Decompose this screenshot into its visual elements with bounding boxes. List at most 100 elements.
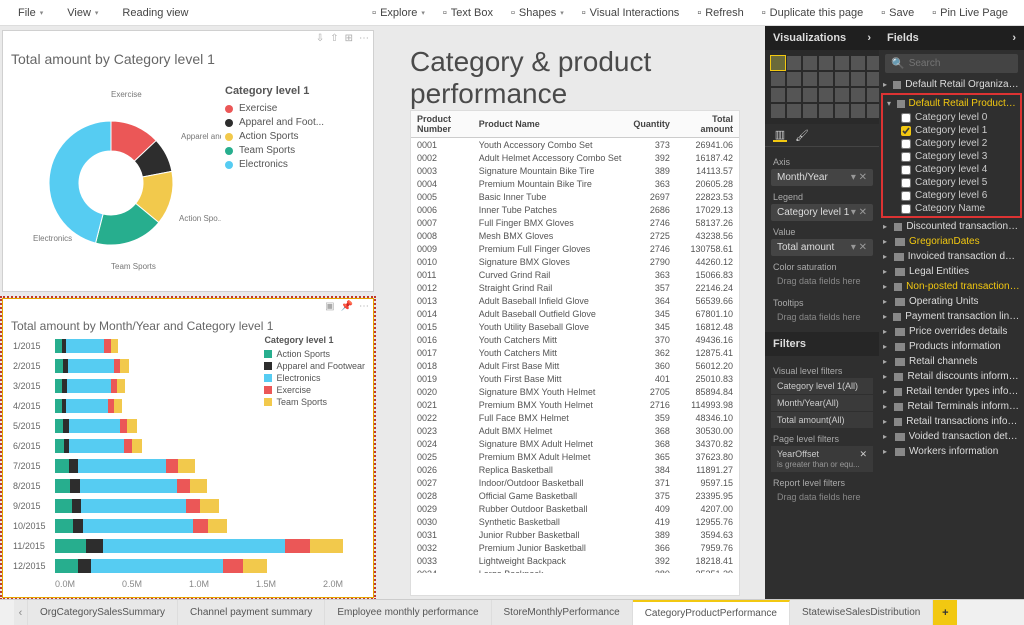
pin-icon[interactable]: 📌 (341, 301, 353, 315)
field-checkbox[interactable] (901, 126, 911, 136)
field-item[interactable]: Category level 0 (883, 111, 1020, 124)
donut-chart-visual[interactable]: ⇩ ⇧ ⊞ ⋯ Total amount by Category level 1… (2, 30, 374, 292)
sheet-tab[interactable]: Employee monthly performance (325, 600, 491, 625)
legend-well[interactable]: Category level 1▾ ✕ (771, 204, 873, 221)
viz-type-12[interactable] (851, 72, 865, 86)
viz-type-26[interactable] (851, 104, 865, 118)
menu-view[interactable]: View ▾ (57, 4, 108, 22)
field-group[interactable]: ▸Workers information (879, 444, 1024, 459)
collapse-icon[interactable]: › (1012, 32, 1016, 44)
table-row[interactable]: 0028Official Game Basketball37523395.95 (411, 489, 739, 502)
field-group[interactable]: ▸Default Retail Organization Hie... (879, 77, 1024, 92)
sheet-tab[interactable]: StoreMonthlyPerformance (492, 600, 633, 625)
expand-icon[interactable]: ⊞ (345, 33, 353, 47)
table-visual[interactable]: Product NumberProduct NameQuantityTotal … (410, 110, 740, 596)
sheet-tab[interactable]: StatewiseSalesDistribution (790, 600, 933, 625)
menu-file[interactable]: File ▾ (8, 4, 53, 22)
field-group[interactable]: ▸Operating Units (879, 294, 1024, 309)
textbox-button[interactable]: ▫Text Box (435, 4, 501, 22)
table-row[interactable]: 0011Curved Grind Rail36315066.83 (411, 268, 739, 281)
viz-type-19[interactable] (851, 88, 865, 102)
field-item[interactable]: Category level 1 (883, 124, 1020, 137)
table-row[interactable]: 0021Premium BMX Youth Helmet2716114993.9… (411, 398, 739, 411)
viz-type-21[interactable] (771, 104, 785, 118)
menu-reading-view[interactable]: Reading view (112, 4, 198, 22)
table-row[interactable]: 0012Straight Grind Rail35722146.24 (411, 281, 739, 294)
field-item[interactable]: Category Name (883, 202, 1020, 215)
table-row[interactable]: 0017Youth Catchers Mitt36212875.41 (411, 346, 739, 359)
table-row[interactable]: 0002Adult Helmet Accessory Combo Set3921… (411, 151, 739, 164)
field-group[interactable]: ▸Voided transaction details (879, 429, 1024, 444)
viz-type-6[interactable] (867, 56, 879, 70)
table-row[interactable]: 0016Youth Catchers Mitt37049436.16 (411, 333, 739, 346)
viz-type-15[interactable] (787, 88, 801, 102)
viz-type-5[interactable] (851, 56, 865, 70)
field-group[interactable]: ▸Price overrides details (879, 324, 1024, 339)
table-row[interactable]: 0006Inner Tube Patches268617029.13 (411, 203, 739, 216)
table-row[interactable]: 0013Adult Baseball Infield Glove36456539… (411, 294, 739, 307)
table-row[interactable]: 0018Adult First Base Mitt36056012.20 (411, 359, 739, 372)
sheet-tab[interactable]: OrgCategorySalesSummary (28, 600, 178, 625)
table-row[interactable]: 0020Signature BMX Youth Helmet270585894.… (411, 385, 739, 398)
visual-filter[interactable]: Month/Year(All) (771, 395, 873, 411)
more-icon[interactable]: ⋯ (359, 301, 369, 315)
viz-type-13[interactable] (867, 72, 879, 86)
viz-type-8[interactable] (787, 72, 801, 86)
sheet-tab[interactable]: Channel payment summary (178, 600, 325, 625)
viz-type-24[interactable] (819, 104, 833, 118)
table-row[interactable]: 0001Youth Accessory Combo Set37326941.06 (411, 138, 739, 152)
field-checkbox[interactable] (901, 165, 911, 175)
legend-item[interactable]: Electronics (225, 159, 324, 170)
field-group[interactable]: ▸Discounted transaction details (879, 219, 1024, 234)
table-row[interactable]: 0034Large Backpack38035351.39 (411, 567, 739, 573)
viz-type-3[interactable] (819, 56, 833, 70)
format-tab-icon[interactable]: 🖌 (795, 128, 809, 142)
viz-type-27[interactable] (867, 104, 879, 118)
table-row[interactable]: 0024Signature BMX Adult Helmet36834370.8… (411, 437, 739, 450)
refresh-button[interactable]: ▫Refresh (689, 4, 751, 22)
table-row[interactable]: 0032Premium Junior Basketball3667959.76 (411, 541, 739, 554)
table-row[interactable]: 0019Youth First Base Mitt40125010.83 (411, 372, 739, 385)
drill-up-icon[interactable]: ⇧ (330, 33, 338, 47)
report-canvas[interactable]: ⇩ ⇧ ⊞ ⋯ Total amount by Category level 1… (0, 26, 765, 599)
table-row[interactable]: 0005Basic Inner Tube269722823.53 (411, 190, 739, 203)
value-well[interactable]: Total amount▾ ✕ (771, 239, 873, 256)
viz-type-10[interactable] (819, 72, 833, 86)
field-group[interactable]: ▸Products information (879, 339, 1024, 354)
table-row[interactable]: 0010Signature BMX Gloves279044260.12 (411, 255, 739, 268)
viz-type-1[interactable] (787, 56, 801, 70)
add-sheet-button[interactable]: + (933, 600, 957, 625)
sheet-scroll-left[interactable]: ‹ (14, 600, 28, 625)
table-row[interactable]: 0014Adult Baseball Outfield Glove3456780… (411, 307, 739, 320)
table-row[interactable]: 0023Adult BMX Helmet36830530.00 (411, 424, 739, 437)
table-row[interactable]: 0003Signature Mountain Bike Tire38914113… (411, 164, 739, 177)
save-button[interactable]: ▫Save (873, 4, 922, 22)
table-row[interactable]: 0025Premium BMX Adult Helmet36537623.80 (411, 450, 739, 463)
field-group[interactable]: ▸Retail discounts information (879, 369, 1024, 384)
viz-type-23[interactable] (803, 104, 817, 118)
field-group[interactable]: ▸Non-posted transaction details (879, 279, 1024, 294)
table-row[interactable]: 0004Premium Mountain Bike Tire36320605.2… (411, 177, 739, 190)
viz-type-0[interactable] (771, 56, 785, 70)
viz-type-17[interactable] (819, 88, 833, 102)
viz-type-16[interactable] (803, 88, 817, 102)
fields-search[interactable]: 🔍 (885, 54, 1018, 73)
viz-type-22[interactable] (787, 104, 801, 118)
field-checkbox[interactable] (901, 139, 911, 149)
duplicate-button[interactable]: ▫Duplicate this page (754, 4, 871, 22)
field-group[interactable]: ▸GregorianDates (879, 234, 1024, 249)
field-group[interactable]: ▸Payment transaction lines deta... (879, 309, 1024, 324)
viz-type-2[interactable] (803, 56, 817, 70)
field-checkbox[interactable] (901, 152, 911, 162)
viz-type-9[interactable] (803, 72, 817, 86)
legend-item[interactable]: Team Sports (225, 145, 324, 156)
explore-button[interactable]: ▫Explore ▾ (364, 4, 433, 22)
axis-well[interactable]: Month/Year▾ ✕ (771, 169, 873, 186)
focus-icon[interactable]: ▣ (325, 301, 334, 315)
more-icon[interactable]: ⋯ (359, 33, 369, 47)
visual-filter[interactable]: Total amount(All) (771, 412, 873, 428)
table-row[interactable]: 0033Lightweight Backpack39218218.41 (411, 554, 739, 567)
table-row[interactable]: 0031Junior Rubber Basketball3893594.63 (411, 528, 739, 541)
fields-search-input[interactable] (909, 58, 1012, 69)
visualizations-header[interactable]: Visualizations› (765, 26, 879, 50)
